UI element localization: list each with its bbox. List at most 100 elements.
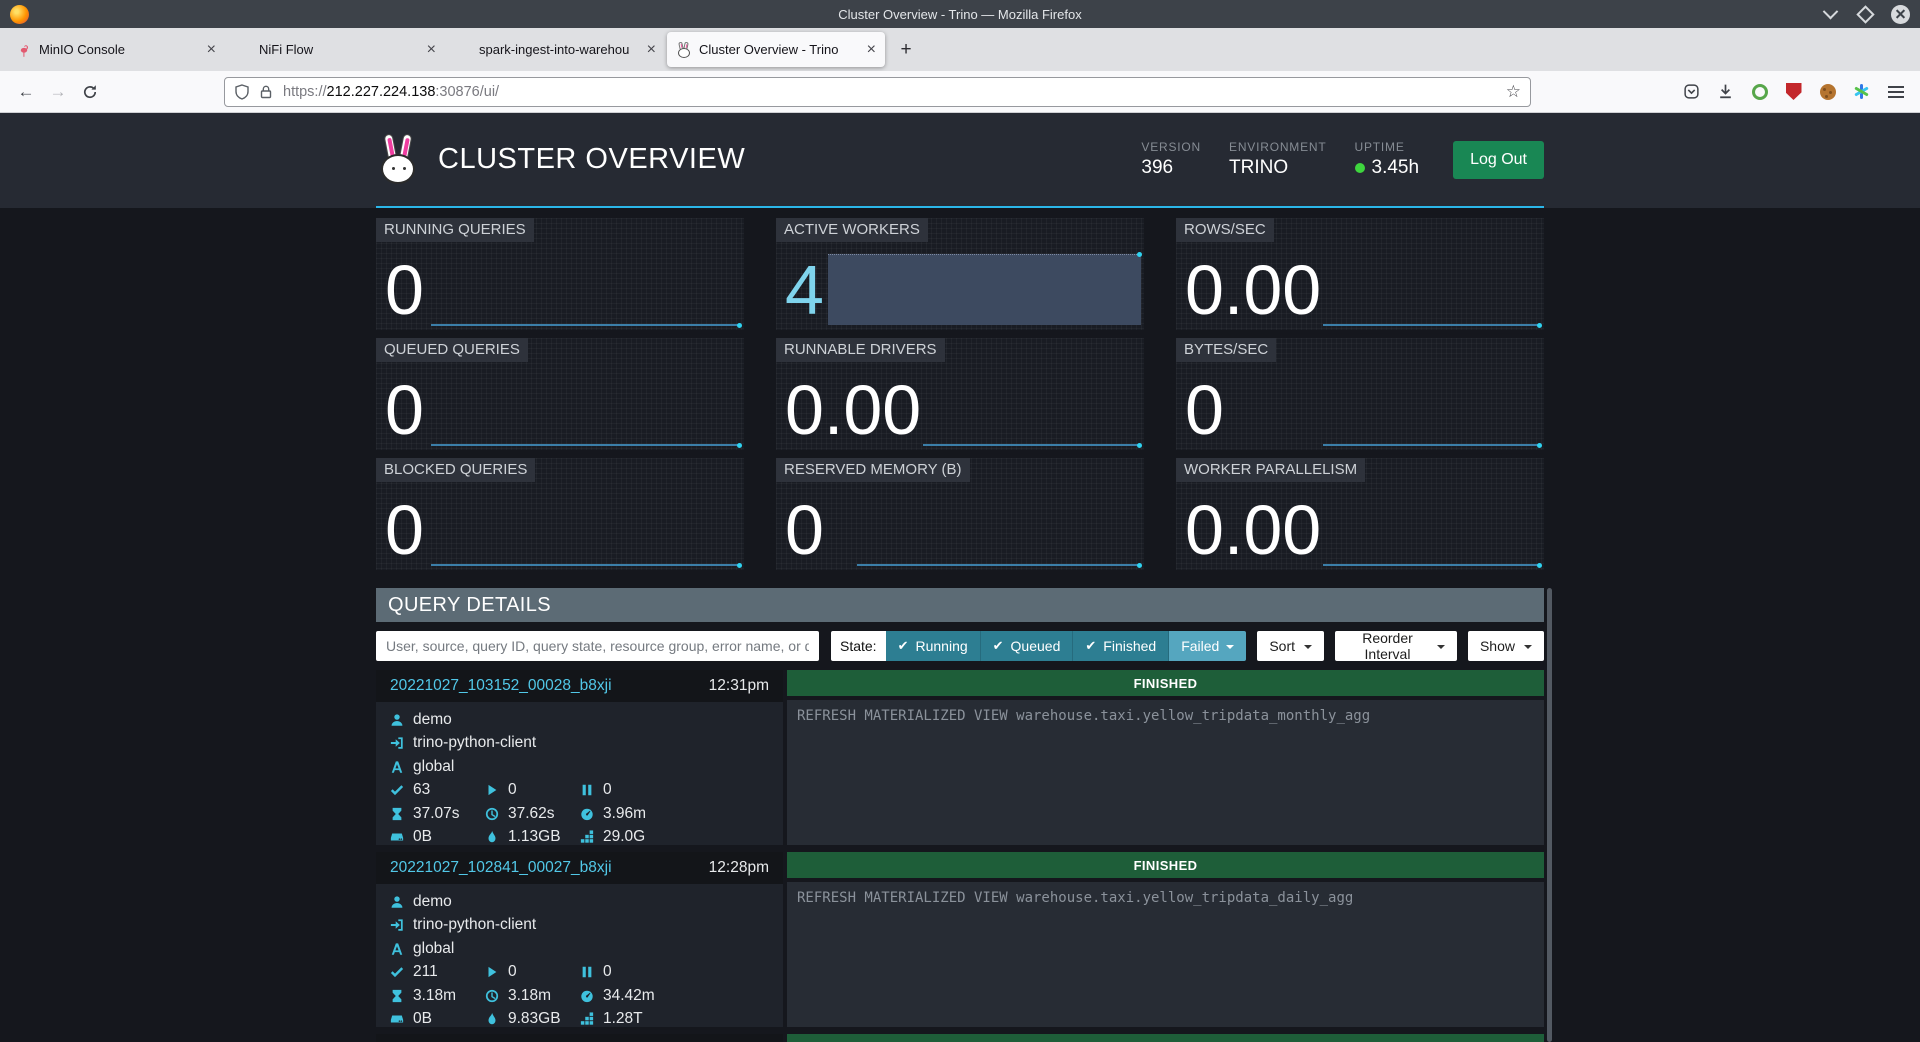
environment-info: ENVIRONMENT TRINO — [1229, 140, 1326, 179]
check-icon — [390, 965, 404, 979]
source-signin-icon — [390, 736, 404, 750]
menu-hamburger-icon[interactable] — [1885, 81, 1906, 102]
state-filter-label: State: — [831, 631, 886, 661]
ublock-shield-icon[interactable] — [1783, 81, 1804, 102]
hourglass-icon — [390, 989, 404, 1003]
stat-blocked-queries: BLOCKED QUERIES 0 — [376, 458, 744, 570]
filter-queued-button[interactable]: ✔ Queued — [981, 631, 1074, 661]
hourglass-icon — [390, 807, 404, 821]
tab-cluster-overview[interactable]: Cluster Overview - Trino — [667, 32, 885, 67]
check-icon: ✔ — [898, 638, 909, 654]
window-titlebar: Cluster Overview - Trino — Mozilla Firef… — [0, 0, 1920, 28]
query-row: 20221027_102841_00027_b8xji 12:28pm demo… — [376, 852, 1544, 1027]
tab-close-icon[interactable] — [867, 42, 876, 58]
url-scheme: https:// — [283, 84, 327, 100]
back-button[interactable] — [10, 77, 42, 107]
sort-dropdown[interactable]: Sort — [1257, 631, 1324, 661]
tracking-shield-icon[interactable] — [234, 84, 250, 100]
nifi-drop-icon — [236, 42, 252, 58]
scrollbar[interactable] — [1547, 588, 1552, 1042]
gauge-icon — [580, 807, 594, 821]
play-icon — [485, 965, 499, 979]
forward-button[interactable] — [42, 77, 74, 107]
url-bar[interactable]: https://212.227.224.138:30876/ui/ — [224, 77, 1531, 107]
query-id-link[interactable]: 20221027_103152_00028_b8xji — [390, 677, 612, 695]
lock-icon[interactable] — [258, 84, 274, 100]
sparkline — [1323, 564, 1541, 566]
sparkline — [1323, 324, 1541, 326]
version-info: VERSION 396 — [1141, 140, 1201, 179]
extension-green-icon[interactable] — [1749, 81, 1770, 102]
bookmark-star-icon[interactable] — [1506, 82, 1521, 102]
uptime-status-dot — [1355, 163, 1365, 173]
tab-minio-console[interactable]: MinIO Console — [7, 32, 225, 67]
query-text: REFRESH MATERIALIZED VIEW warehouse.taxi… — [787, 700, 1544, 845]
stat-worker-parallelism: WORKER PARALLELISM 0.00 — [1176, 458, 1544, 570]
container-pinwheel-icon[interactable] — [1851, 81, 1872, 102]
query-id-link[interactable]: 20221027_102841_00027_b8xji — [390, 859, 612, 877]
check-icon: ✔ — [1085, 638, 1096, 654]
download-icon[interactable] — [1715, 81, 1736, 102]
filter-running-button[interactable]: ✔ Running — [886, 631, 981, 661]
pocket-icon[interactable] — [1681, 81, 1702, 102]
query-status-badge: FINISHED — [787, 670, 1544, 696]
trino-logo — [376, 134, 420, 186]
sparkline — [431, 564, 741, 566]
flamingo-icon — [16, 42, 32, 58]
cookie-icon[interactable] — [1817, 81, 1838, 102]
cluster-header: CLUSTER OVERVIEW VERSION 396 ENVIRONMENT… — [0, 113, 1920, 208]
user-icon — [390, 713, 404, 727]
filter-failed-dropdown[interactable]: Failed — [1169, 631, 1246, 661]
url-path: :30876/ui/ — [435, 84, 499, 100]
show-dropdown[interactable]: Show — [1468, 631, 1544, 661]
tab-bar: MinIO Console NiFi Flow spark-ingest-int… — [0, 28, 1920, 71]
new-tab-button[interactable] — [892, 36, 920, 64]
chevron-down-icon — [1437, 645, 1445, 653]
query-stats-panel: demo trino-python-client global 211 0 0 … — [376, 884, 783, 1027]
stat-running-queries: RUNNING QUERIES 0 — [376, 218, 744, 330]
sparkline — [431, 324, 741, 326]
sparkline — [857, 564, 1141, 566]
tab-close-icon[interactable] — [207, 42, 216, 58]
uptime-info: UPTIME 3.45h — [1355, 140, 1420, 179]
stat-bytes-sec: BYTES/SEC 0 — [1176, 338, 1544, 450]
navigation-toolbar: https://212.227.224.138:30876/ui/ — [0, 71, 1920, 113]
window-close-button[interactable] — [1891, 5, 1910, 24]
pause-icon — [580, 783, 594, 797]
query-status-badge: FINISHED — [787, 852, 1544, 878]
cluster-stats-grid: RUNNING QUERIES 0 ACTIVE WORKERS 4 ROWS/… — [376, 218, 1544, 570]
tab-close-icon[interactable] — [427, 42, 436, 58]
sparkline-filled — [828, 254, 1141, 325]
tab-spark-notebook[interactable]: spark-ingest-into-warehou — [447, 32, 665, 67]
stat-active-workers: ACTIVE WORKERS 4 — [776, 218, 1144, 330]
query-search-input[interactable] — [376, 631, 819, 661]
query-row: 20221027_103152_00028_b8xji 12:31pm demo… — [376, 670, 1544, 845]
url-host: 212.227.224.138 — [327, 84, 436, 100]
flame-icon — [485, 830, 499, 844]
trino-page: CLUSTER OVERVIEW VERSION 396 ENVIRONMENT… — [0, 113, 1920, 1042]
cumulative-blocks-icon — [580, 830, 594, 844]
query-details-header: QUERY DETAILS — [376, 588, 1544, 622]
logout-button[interactable]: Log Out — [1453, 141, 1544, 179]
spark-icon — [456, 42, 472, 58]
stat-queued-queries: QUEUED QUERIES 0 — [376, 338, 744, 450]
filter-finished-button[interactable]: ✔ Finished — [1073, 631, 1169, 661]
flame-icon — [485, 1012, 499, 1026]
tab-close-icon[interactable] — [647, 42, 656, 58]
check-icon: ✔ — [993, 638, 1004, 654]
stat-rows-sec: ROWS/SEC 0.00 — [1176, 218, 1544, 330]
cumulative-blocks-icon — [580, 1012, 594, 1026]
reorder-interval-dropdown[interactable]: Reorder Interval — [1335, 631, 1457, 661]
window-maximize-button[interactable] — [1856, 5, 1875, 24]
page-title: CLUSTER OVERVIEW — [438, 143, 745, 176]
resource-group-icon — [390, 942, 404, 956]
window-title: Cluster Overview - Trino — Mozilla Firef… — [0, 7, 1920, 22]
resource-group-icon — [390, 760, 404, 774]
chevron-down-icon — [1524, 645, 1532, 653]
firefox-window: Cluster Overview - Trino — Mozilla Firef… — [0, 0, 1920, 1042]
memory-icon — [390, 1012, 404, 1026]
reload-button[interactable] — [74, 77, 106, 107]
tab-nifi-flow[interactable]: NiFi Flow — [227, 32, 445, 67]
window-minimize-button[interactable] — [1821, 5, 1840, 24]
sparkline — [431, 444, 741, 446]
